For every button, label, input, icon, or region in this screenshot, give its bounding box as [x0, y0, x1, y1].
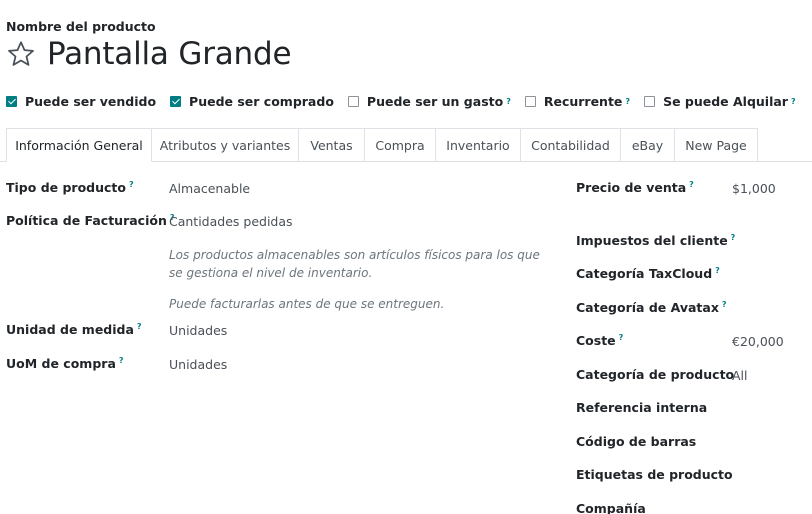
field-label-sales-price: Precio de venta?	[576, 180, 694, 196]
title-row: Pantalla Grande	[6, 36, 292, 72]
tab-accounting[interactable]: Contabilidad	[520, 128, 621, 161]
help-tooltip-icon[interactable]: ?	[129, 180, 134, 189]
checkbox-box[interactable]	[347, 95, 359, 107]
field-value-invoicing-policy[interactable]: Cantidades pedidas	[169, 214, 293, 229]
checkbox-box[interactable]	[644, 95, 656, 107]
field-label-internal-reference: Referencia interna	[576, 400, 708, 415]
help-tooltip-icon[interactable]: ?	[619, 333, 624, 342]
field-value-purchase-uom[interactable]: Unidades	[169, 357, 227, 372]
field-label-cost: Coste?	[576, 333, 624, 349]
checkbox-label: Se puede Alquilar	[663, 93, 788, 109]
field-label-product-tags: Etiquetas de producto	[576, 467, 733, 482]
help-tooltip-icon[interactable]: ?	[119, 356, 124, 365]
tab-attributes-variants[interactable]: Atributos y variantes	[151, 128, 299, 161]
tab-purchase[interactable]: Compra	[364, 128, 436, 161]
checkbox-label: Puede ser vendido	[25, 93, 157, 109]
checkbox-can-be-sold[interactable]: Puede ser vendido	[6, 94, 156, 109]
checkbox-label: Recurrente	[543, 93, 623, 109]
help-tooltip-icon[interactable]: ?	[137, 322, 142, 331]
field-label-product-category: Categoría de producto	[576, 367, 735, 382]
checkbox-label: Puede ser comprado	[189, 93, 334, 109]
help-tooltip-icon[interactable]: ?	[625, 97, 630, 106]
field-label-unit-of-measure: Unidad de medida?	[6, 322, 142, 338]
checkbox-box[interactable]	[6, 95, 17, 107]
checkbox-box[interactable]	[524, 95, 536, 107]
tab-inventory[interactable]: Inventario	[435, 128, 521, 161]
field-value-unit-of-measure[interactable]: Unidades	[169, 323, 227, 338]
help-text-storable: Los productos almacenables son artículos…	[169, 248, 540, 280]
checkbox-can-be-purchased[interactable]: Puede ser comprado	[170, 94, 334, 109]
field-label-invoicing-policy: Política de Facturación?	[6, 213, 175, 229]
product-name-label: Nombre del producto	[6, 19, 156, 34]
help-tooltip-icon[interactable]: ?	[722, 300, 727, 309]
checkbox-can-be-expensed[interactable]: Puede ser un gasto ?	[347, 93, 511, 109]
field-label-taxcloud-category: Categoría TaxCloud?	[576, 266, 720, 282]
notebook-tabs: Información General Atributos y variante…	[0, 128, 812, 162]
checkbox-label: Puede ser un gasto	[366, 93, 504, 109]
checkbox-recurring[interactable]: Recurrente ?	[524, 93, 630, 109]
tab-sales[interactable]: Ventas	[298, 128, 365, 161]
tab-new-page[interactable]: New Page	[674, 128, 758, 161]
field-label-product-type: Tipo de producto?	[6, 180, 134, 196]
field-value-sales-price[interactable]: $1,000	[732, 181, 776, 196]
help-tooltip-icon[interactable]: ?	[731, 233, 736, 242]
star-outline-icon[interactable]	[6, 39, 36, 69]
field-label-purchase-uom: UoM de compra?	[6, 356, 124, 372]
field-value-product-type[interactable]: Almacenable	[169, 181, 250, 196]
checkbox-box[interactable]	[170, 95, 182, 107]
product-form: Nombre del producto Pantalla Grande Pued…	[0, 0, 812, 514]
checkbox-can-be-rented[interactable]: Se puede Alquilar ?	[644, 94, 796, 109]
product-title[interactable]: Pantalla Grande	[47, 36, 292, 72]
help-tooltip-icon[interactable]: ?	[715, 266, 720, 275]
help-text-invoicing: Puede facturarlas antes de que se entreg…	[169, 297, 445, 311]
product-options: Puede ser vendido Puede ser comprado Pue…	[6, 92, 810, 110]
field-value-product-category[interactable]: All	[732, 368, 748, 383]
field-label-company: Compañía	[576, 501, 646, 514]
field-label-avatax-category: Categoría de Avatax?	[576, 300, 727, 316]
help-tooltip-icon[interactable]: ?	[791, 97, 796, 106]
tab-ebay[interactable]: eBay	[620, 128, 675, 161]
help-tooltip-icon[interactable]: ?	[506, 97, 511, 106]
field-value-cost[interactable]: €20,000	[732, 334, 784, 349]
field-label-barcode: Código de barras	[576, 434, 697, 449]
field-label-customer-taxes: Impuestos del cliente?	[576, 233, 736, 249]
help-tooltip-icon[interactable]: ?	[689, 180, 694, 189]
tab-general-information[interactable]: Información General	[6, 128, 152, 162]
